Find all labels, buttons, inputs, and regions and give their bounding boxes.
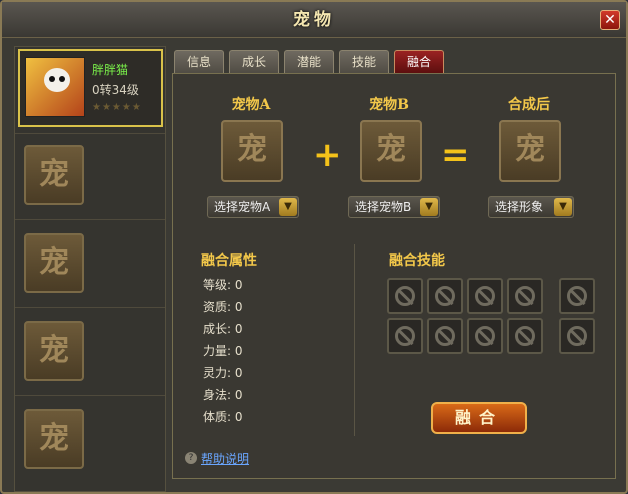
slot-glyph: 宠 <box>39 333 69 368</box>
fuse-button[interactable]: 融合 <box>431 402 527 434</box>
empty-slot-icon <box>435 286 455 306</box>
pet-list: 胖胖猫 0转34级 ★★★★★ 宠 宠 宠 宠 <box>14 46 166 492</box>
skill-slot[interactable] <box>467 318 503 354</box>
skill-slot[interactable] <box>427 318 463 354</box>
attributes-title: 融合属性 <box>201 253 257 269</box>
skill-slot[interactable] <box>559 318 595 354</box>
help-icon: ? <box>185 452 197 464</box>
empty-slot-icon <box>567 326 587 346</box>
select-pet-a-label: 选择宠物A <box>214 200 271 214</box>
skill-slot[interactable] <box>427 278 463 314</box>
skill-slot[interactable] <box>507 278 543 314</box>
skills-title: 融合技能 <box>389 253 445 269</box>
skill-slot[interactable] <box>387 278 423 314</box>
empty-slot-icon <box>515 326 535 346</box>
plus-sign: + <box>313 135 342 175</box>
divider <box>15 395 165 396</box>
empty-slot-icon <box>395 286 415 306</box>
pet-level: 0转34级 <box>92 83 139 97</box>
slot-glyph: 宠 <box>376 132 406 167</box>
panda-icon <box>44 68 70 92</box>
select-pet-b-label: 选择宠物B <box>355 200 412 214</box>
pet-name: 胖胖猫 <box>92 63 129 77</box>
attr-constitution: 体质: 0 <box>203 410 243 424</box>
chevron-down-icon[interactable]: ▼ <box>554 198 572 216</box>
select-pet-b-dropdown[interactable]: 选择宠物B ▼ <box>348 196 440 218</box>
divider <box>15 133 165 134</box>
equals-sign: = <box>441 135 470 175</box>
result-label: 合成后 <box>508 97 550 113</box>
select-pet-a-dropdown[interactable]: 选择宠物A ▼ <box>207 196 299 218</box>
pet-b-slot[interactable]: 宠 <box>360 120 422 182</box>
slot-glyph: 宠 <box>39 157 69 192</box>
pet-avatar <box>25 57 85 117</box>
empty-slot-icon <box>475 286 495 306</box>
pet-window: 宠物 ✕ 胖胖猫 0转34级 ★★★★★ 宠 宠 宠 宠 信息 成长 潜能 技能… <box>0 0 628 494</box>
slot-glyph: 宠 <box>39 421 69 456</box>
empty-pet-slot[interactable]: 宠 <box>24 321 84 381</box>
pet-stars: ★★★★★ <box>92 102 142 113</box>
tab-potential[interactable]: 潜能 <box>284 50 334 74</box>
chevron-down-icon[interactable]: ▼ <box>420 198 438 216</box>
empty-pet-slot[interactable]: 宠 <box>24 145 84 205</box>
attr-aptitude: 资质: 0 <box>203 300 243 314</box>
skill-slot[interactable] <box>467 278 503 314</box>
window-title: 宠物 <box>293 10 335 30</box>
slot-glyph: 宠 <box>515 132 545 167</box>
empty-slot-icon <box>395 326 415 346</box>
divider <box>15 307 165 308</box>
attr-spirit: 灵力: 0 <box>203 366 243 380</box>
empty-slot-icon <box>515 286 535 306</box>
divider <box>15 219 165 220</box>
select-form-label: 选择形象 <box>495 200 544 214</box>
chevron-down-icon[interactable]: ▼ <box>279 198 297 216</box>
fusion-panel: 宠物A 宠物B 合成后 宠 + 宠 = 宠 选择宠物A ▼ 选择宠物B ▼ 选择形象… <box>172 73 616 479</box>
selected-pet-card[interactable]: 胖胖猫 0转34级 ★★★★★ <box>18 49 163 127</box>
skill-slot[interactable] <box>559 278 595 314</box>
tab-growth[interactable]: 成长 <box>229 50 279 74</box>
attr-growth: 成长: 0 <box>203 322 243 336</box>
skill-slot[interactable] <box>507 318 543 354</box>
tab-skills[interactable]: 技能 <box>339 50 389 74</box>
empty-pet-slot[interactable]: 宠 <box>24 233 84 293</box>
attr-level: 等级: 0 <box>203 278 243 292</box>
tab-info[interactable]: 信息 <box>174 50 224 74</box>
attr-agility: 身法: 0 <box>203 388 243 402</box>
skill-slot[interactable] <box>387 318 423 354</box>
title-bar[interactable]: 宠物 ✕ <box>2 2 626 38</box>
close-button[interactable]: ✕ <box>600 10 620 30</box>
section-divider <box>354 244 355 436</box>
slot-glyph: 宠 <box>39 245 69 280</box>
empty-pet-slot[interactable]: 宠 <box>24 409 84 469</box>
pet-a-slot[interactable]: 宠 <box>221 120 283 182</box>
select-form-dropdown[interactable]: 选择形象 ▼ <box>488 196 574 218</box>
attr-strength: 力量: 0 <box>203 344 243 358</box>
empty-slot-icon <box>435 326 455 346</box>
help-link[interactable]: 帮助说明 <box>201 450 249 467</box>
empty-slot-icon <box>567 286 587 306</box>
pet-b-label: 宠物B <box>369 97 409 113</box>
slot-glyph: 宠 <box>237 132 267 167</box>
pet-a-label: 宠物A <box>231 97 271 113</box>
empty-slot-icon <box>475 326 495 346</box>
result-slot: 宠 <box>499 120 561 182</box>
tab-fusion[interactable]: 融合 <box>394 50 444 74</box>
